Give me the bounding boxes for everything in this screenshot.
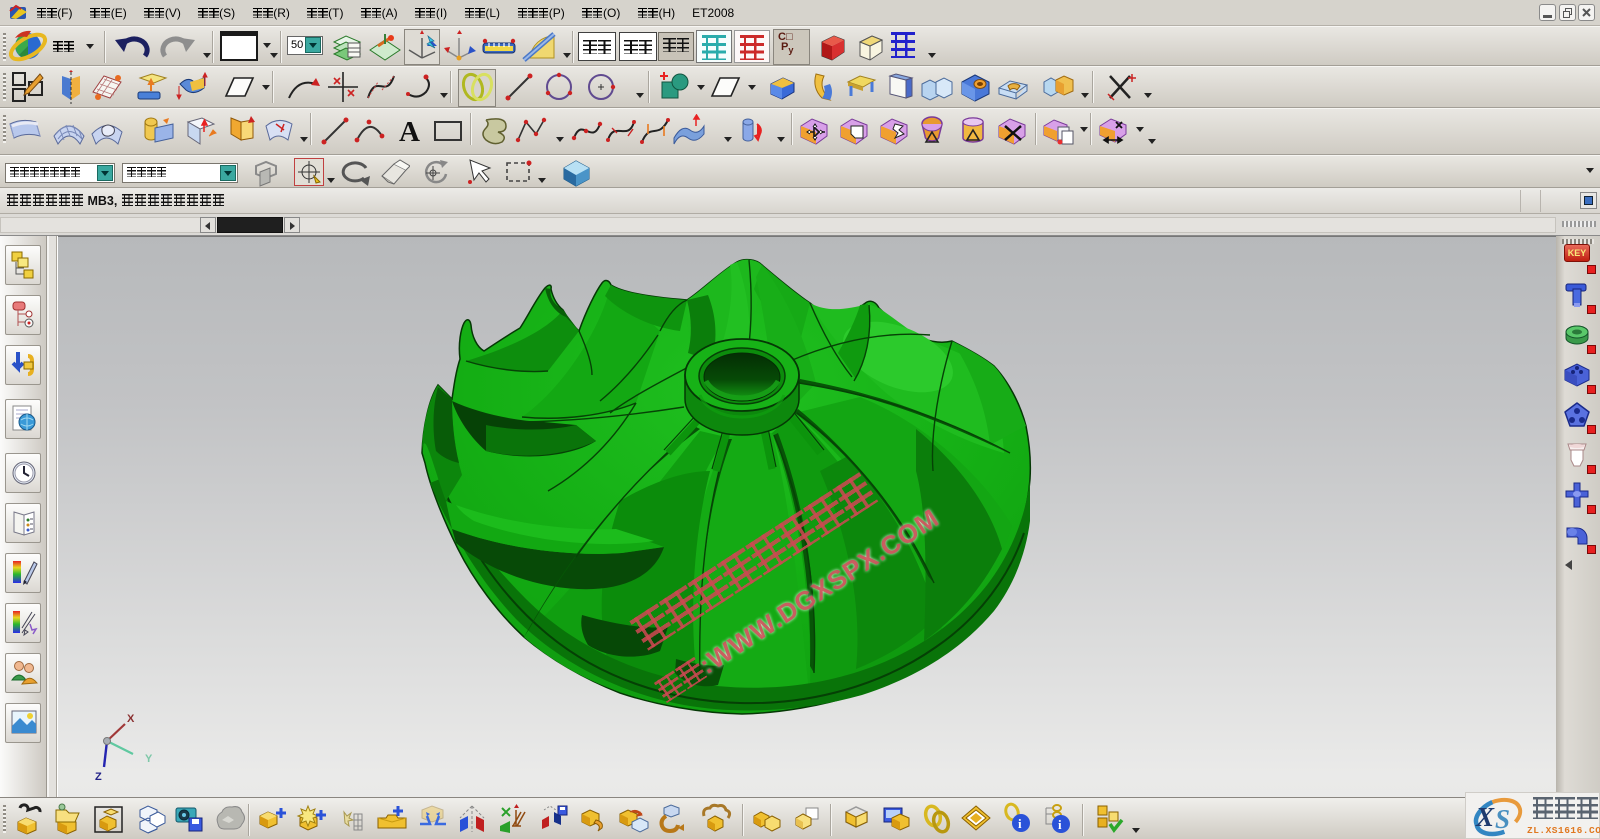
svg-text:S: S: [1495, 804, 1510, 834]
svg-text:i: i: [1058, 817, 1062, 832]
svg-text:i: i: [1018, 816, 1022, 831]
svg-text:X: X: [127, 713, 135, 725]
svg-text:Z: Z: [95, 771, 102, 783]
svg-text:Y: Y: [145, 753, 153, 765]
svg-text:X: X: [1475, 802, 1495, 832]
